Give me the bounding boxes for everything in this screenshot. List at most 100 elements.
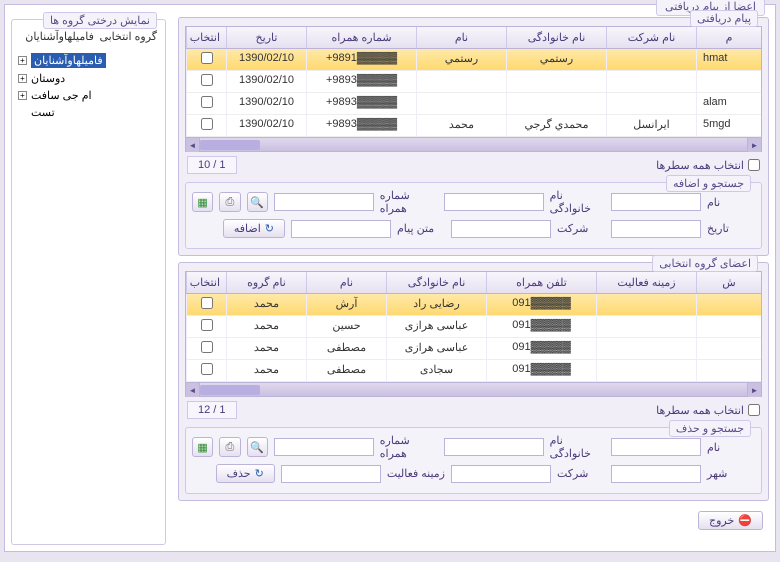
scroll-right-icon[interactable]: ► bbox=[747, 383, 761, 397]
select-all-checkbox[interactable] bbox=[748, 159, 760, 171]
cell-date: 1390/02/10 bbox=[226, 115, 306, 136]
pager: 1 / 10 bbox=[187, 156, 237, 174]
col-m[interactable]: م bbox=[696, 27, 761, 48]
tree-item[interactable]: +ام جی سافت bbox=[18, 87, 159, 104]
scroll-thumb[interactable] bbox=[200, 140, 260, 150]
lastname-input[interactable] bbox=[444, 438, 544, 456]
activity-label: زمینه فعالیت bbox=[387, 467, 445, 480]
row-checkbox[interactable] bbox=[201, 52, 213, 64]
col-name[interactable]: نام bbox=[306, 272, 386, 293]
company-label: شرکت bbox=[557, 222, 605, 235]
table-row[interactable]: 1390/02/10+9893▓▓▓▓▓محمدمحمدي گرجيايرانس… bbox=[186, 115, 761, 137]
cell-company bbox=[606, 49, 696, 70]
grid-scrollbar[interactable]: ◄► bbox=[186, 382, 761, 396]
scroll-right-icon[interactable]: ► bbox=[747, 138, 761, 152]
cell-mobile: +9891▓▓▓▓▓ bbox=[306, 49, 416, 70]
cell-m: 5mgd bbox=[696, 115, 761, 136]
grid-scrollbar[interactable]: ◄► bbox=[186, 137, 761, 151]
selected-group-value: فامیلهاوآشنایان bbox=[25, 31, 94, 43]
row-checkbox[interactable] bbox=[201, 363, 213, 375]
group-tree-panel: نمایش درختی گروه ها گروه انتخابی فامیلها… bbox=[11, 19, 166, 545]
expand-icon[interactable]: + bbox=[18, 56, 27, 65]
activity-input[interactable] bbox=[281, 465, 381, 483]
company-input[interactable] bbox=[451, 465, 551, 483]
expand-icon[interactable]: + bbox=[18, 74, 27, 83]
tree-item[interactable]: +دوستان bbox=[18, 70, 159, 87]
name-input[interactable] bbox=[611, 193, 701, 211]
table-row[interactable]: محمدآرشرضایی راد091▓▓▓▓▓ bbox=[186, 294, 761, 316]
row-checkbox[interactable] bbox=[201, 341, 213, 353]
row-checkbox[interactable] bbox=[201, 118, 213, 130]
excel-button[interactable]: ▦ bbox=[192, 192, 213, 212]
cell-activity bbox=[596, 294, 696, 315]
select-all-checkbox[interactable] bbox=[748, 404, 760, 416]
cell-date: 1390/02/10 bbox=[226, 71, 306, 92]
cell-sh bbox=[696, 294, 761, 315]
lastname-input[interactable] bbox=[444, 193, 544, 211]
col-sh[interactable]: ش bbox=[696, 272, 761, 293]
col-activity[interactable]: زمینه فعالیت bbox=[596, 272, 696, 293]
table-row[interactable]: 1390/02/10+9893▓▓▓▓▓ bbox=[186, 71, 761, 93]
table-row[interactable]: محمدمصطفیسجادی091▓▓▓▓▓ bbox=[186, 360, 761, 382]
date-input[interactable] bbox=[611, 220, 701, 238]
scroll-left-icon[interactable]: ◄ bbox=[186, 138, 200, 152]
group-tree: +فامیلهاوآشنایان +دوستان +ام جی سافت تست bbox=[12, 47, 165, 125]
col-lastname[interactable]: نام خانوادگی bbox=[506, 27, 606, 48]
cell-lastname: عباسی هرازی bbox=[386, 316, 486, 337]
row-checkbox[interactable] bbox=[201, 319, 213, 331]
col-select[interactable]: انتخاب bbox=[186, 272, 226, 293]
cell-mobile: +9893▓▓▓▓▓ bbox=[306, 93, 416, 114]
expand-icon[interactable]: + bbox=[18, 91, 27, 100]
table-row[interactable]: 1390/02/10+9893▓▓▓▓▓alam bbox=[186, 93, 761, 115]
mobile-input[interactable] bbox=[274, 438, 374, 456]
print-button[interactable]: ⎙ bbox=[219, 437, 240, 457]
lastname-label: نام خانوادگی bbox=[550, 434, 605, 460]
search-button[interactable]: 🔍 bbox=[247, 192, 268, 212]
row-checkbox[interactable] bbox=[201, 297, 213, 309]
cell-name: رستمي bbox=[416, 49, 506, 70]
delete-button[interactable]: ↻حذف bbox=[216, 464, 275, 483]
scroll-left-icon[interactable]: ◄ bbox=[186, 383, 200, 397]
message-label: متن پیام bbox=[397, 222, 445, 235]
company-input[interactable] bbox=[451, 220, 551, 238]
table-row[interactable]: محمدحسینعباسی هرازی091▓▓▓▓▓ bbox=[186, 316, 761, 338]
select-all-row[interactable]: انتخاب همه سطرها bbox=[656, 159, 760, 172]
excel-button[interactable]: ▦ bbox=[192, 437, 213, 457]
col-date[interactable]: تاریخ bbox=[226, 27, 306, 48]
search-add-panel: جستجو و اضافه نام نام خانوادگی شماره همر… bbox=[185, 182, 762, 249]
name-input[interactable] bbox=[611, 438, 701, 456]
row-checkbox[interactable] bbox=[201, 96, 213, 108]
cell-sh bbox=[696, 360, 761, 381]
message-input[interactable] bbox=[291, 220, 391, 238]
col-mobile[interactable]: تلفن همراه bbox=[486, 272, 596, 293]
cell-m: alam bbox=[696, 93, 761, 114]
select-all-row[interactable]: انتخاب همه سطرها bbox=[656, 404, 760, 417]
col-company[interactable]: نام شرکت bbox=[606, 27, 696, 48]
cell-name bbox=[416, 93, 506, 114]
col-select[interactable]: انتخاب bbox=[186, 27, 226, 48]
table-row[interactable]: 1390/02/10+9891▓▓▓▓▓رستميرستميhmat bbox=[186, 49, 761, 71]
scroll-thumb[interactable] bbox=[200, 385, 260, 395]
exit-button[interactable]: ⛔خروج bbox=[698, 511, 763, 530]
col-mobile[interactable]: شماره همراه bbox=[306, 27, 416, 48]
cell-m: hmat bbox=[696, 49, 761, 70]
cell-group: محمد bbox=[226, 338, 306, 359]
cell-mobile: 091▓▓▓▓▓ bbox=[486, 316, 596, 337]
city-input[interactable] bbox=[611, 465, 701, 483]
row-checkbox[interactable] bbox=[201, 74, 213, 86]
main-area: پیام دریافتی انتخاب تاریخ شماره همراه نا… bbox=[172, 13, 775, 551]
col-group[interactable]: نام گروه bbox=[226, 272, 306, 293]
tree-item[interactable]: +فامیلهاوآشنایان bbox=[18, 51, 159, 70]
cell-mobile: 091▓▓▓▓▓ bbox=[486, 294, 596, 315]
mobile-input[interactable] bbox=[274, 193, 374, 211]
cell-activity bbox=[596, 360, 696, 381]
tree-item[interactable]: تست bbox=[18, 104, 159, 121]
selected-group-label: گروه انتخابی bbox=[99, 31, 157, 43]
col-lastname[interactable]: نام خانوادگی bbox=[386, 272, 486, 293]
search-button[interactable]: 🔍 bbox=[247, 437, 268, 457]
table-row[interactable]: محمدمصطفیعباسی هرازی091▓▓▓▓▓ bbox=[186, 338, 761, 360]
print-button[interactable]: ⎙ bbox=[219, 192, 240, 212]
col-name[interactable]: نام bbox=[416, 27, 506, 48]
add-button[interactable]: ↻اضافه bbox=[223, 219, 285, 238]
cell-name bbox=[416, 71, 506, 92]
